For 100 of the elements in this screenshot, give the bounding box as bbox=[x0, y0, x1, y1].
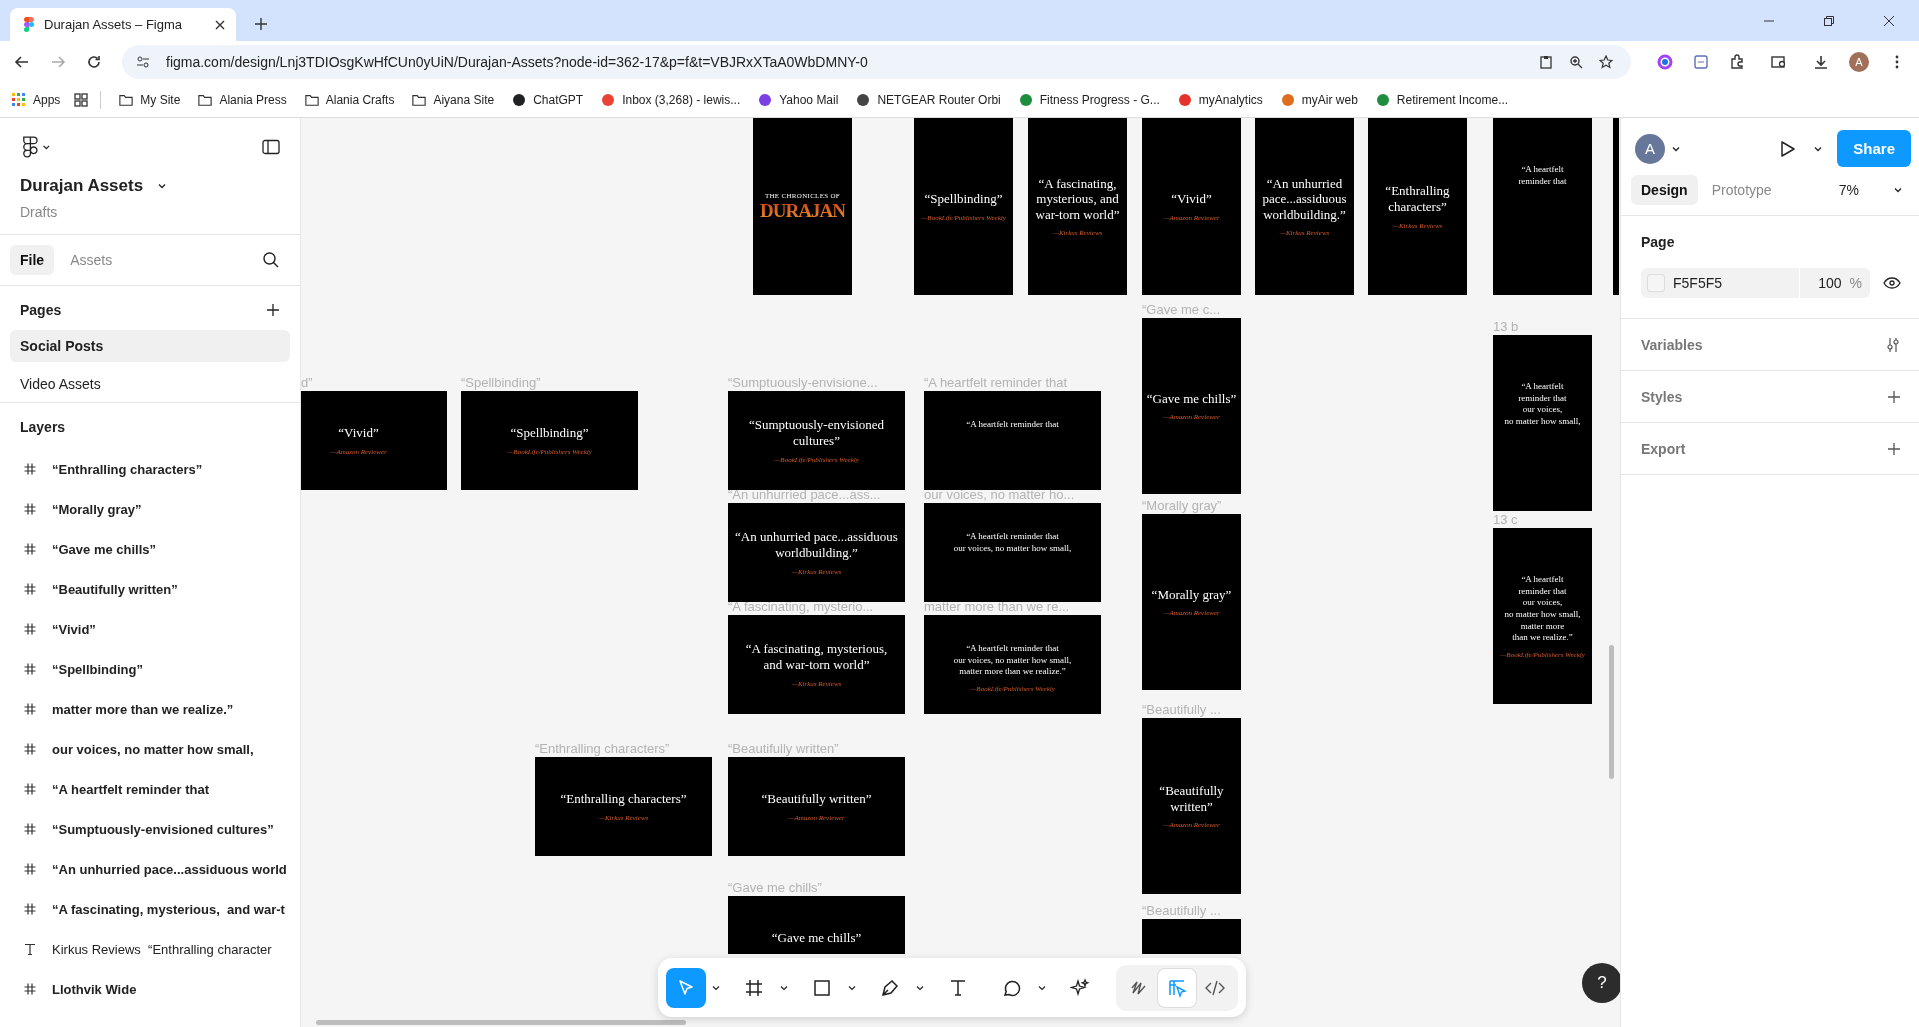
quote-text: “Morally gray” bbox=[1151, 586, 1232, 603]
bookmark-folder[interactable]: Alania Crafts bbox=[304, 93, 395, 107]
layer-item[interactable]: “Sumptuously-envisioned cultures” bbox=[52, 821, 274, 837]
chevron-down-icon[interactable] bbox=[1893, 185, 1903, 195]
frame-icon bbox=[24, 903, 36, 915]
site-icon bbox=[856, 93, 871, 107]
zoom-icon[interactable] bbox=[1569, 55, 1583, 69]
close-icon[interactable] bbox=[1883, 15, 1895, 27]
layer-item[interactable]: “Vivid” bbox=[52, 621, 96, 637]
address-bar[interactable]: figma.com/design/Lnj3TDIOsgKwHfCUn0yUiN/Durajan-Assets?node-id=362-17&p=f&t=VBJRxXTaA0WbDMNY-0 bbox=[122, 45, 1631, 79]
layer-item[interactable]: matter more than we realize.” bbox=[52, 701, 234, 717]
site-icon bbox=[601, 93, 616, 107]
layer-item[interactable]: “Morally gray” bbox=[52, 501, 142, 517]
bookmark[interactable]: Apps bbox=[12, 93, 61, 107]
new-tab-icon[interactable] bbox=[254, 17, 268, 31]
file-location[interactable]: Drafts bbox=[20, 204, 280, 220]
layer-item[interactable]: Kirkus Reviews “Enthralling character bbox=[52, 941, 272, 957]
scrollbar[interactable] bbox=[1609, 645, 1614, 779]
layer-item[interactable]: Llothvik Wide bbox=[52, 981, 137, 997]
clipboard-icon[interactable] bbox=[1539, 55, 1553, 69]
extension-icon[interactable] bbox=[1693, 54, 1709, 70]
reload-icon[interactable] bbox=[86, 54, 102, 70]
close-icon[interactable] bbox=[214, 18, 226, 31]
add-icon[interactable] bbox=[266, 303, 280, 317]
bookmark[interactable]: Fitness Progress - G... bbox=[1018, 93, 1160, 107]
sliders-icon[interactable] bbox=[1885, 336, 1901, 353]
panel-tab[interactable]: Design bbox=[1631, 175, 1698, 205]
layer-item[interactable]: “Beautifully written” bbox=[52, 581, 178, 597]
bookmark-folder[interactable]: My Site bbox=[119, 93, 181, 107]
section-title: Styles bbox=[1641, 388, 1683, 405]
layer-item[interactable]: “Gave me chills” bbox=[52, 541, 157, 557]
star-icon[interactable] bbox=[1599, 55, 1613, 69]
bookmark-folder[interactable]: Aiyana Site bbox=[412, 93, 495, 107]
color-swatch[interactable] bbox=[1647, 274, 1665, 292]
layer-item[interactable]: “Spellbinding” bbox=[52, 661, 143, 677]
site-settings-icon[interactable] bbox=[136, 55, 150, 69]
sidebar-toggle-icon[interactable] bbox=[262, 138, 280, 156]
caret-icon[interactable] bbox=[780, 983, 788, 992]
file-name[interactable]: Durajan Assets bbox=[20, 176, 144, 196]
bookmark[interactable]: ChatGPT bbox=[512, 93, 584, 107]
pen-icon bbox=[880, 977, 900, 998]
download-icon[interactable] bbox=[1813, 54, 1829, 70]
add-icon[interactable] bbox=[1887, 389, 1901, 404]
site-icon bbox=[1177, 93, 1192, 107]
bookmark-folder[interactable]: Alania Press bbox=[198, 93, 287, 107]
section-title: Variables bbox=[1641, 336, 1703, 353]
add-icon[interactable] bbox=[1887, 441, 1901, 456]
panel-tab[interactable]: File bbox=[10, 245, 55, 275]
bookmark[interactable]: myAir web bbox=[1280, 93, 1358, 107]
scrollbar[interactable] bbox=[316, 1020, 686, 1025]
bookmark[interactable]: Yahoo Mail bbox=[758, 93, 839, 107]
puzzle-icon[interactable] bbox=[1729, 54, 1745, 70]
layer-item[interactable]: “A fascinating, mysterious, and war-t bbox=[52, 901, 285, 917]
zoom-level[interactable]: 7% bbox=[1838, 182, 1859, 198]
caret-icon[interactable] bbox=[712, 983, 720, 992]
frame-icon bbox=[24, 823, 36, 835]
artboard[interactable]: “A heartfelt reminder that our voices, no matter how small, bbox=[1493, 335, 1592, 511]
layer-item[interactable]: our voices, no matter how small, bbox=[52, 741, 254, 757]
tab-search-icon[interactable] bbox=[1771, 54, 1787, 70]
artboard[interactable]: “A heartfelt reminder that bbox=[1493, 118, 1592, 295]
caret-icon[interactable] bbox=[916, 983, 924, 992]
bookmark[interactable]: myAnalytics bbox=[1177, 93, 1263, 107]
user-avatar[interactable]: A bbox=[1635, 133, 1665, 164]
browser-tab[interactable]: Durajan Assets – Figma bbox=[10, 8, 236, 41]
restore-icon[interactable] bbox=[1823, 15, 1835, 27]
frame-icon bbox=[24, 863, 36, 875]
quote-text: “Vivid” bbox=[1171, 191, 1212, 207]
artboard[interactable]: “A heartfelt reminder that bbox=[924, 391, 1101, 490]
panel-tab[interactable]: Prototype bbox=[1701, 175, 1782, 205]
grid-icon[interactable] bbox=[74, 93, 89, 107]
layout-cursor-icon bbox=[1167, 977, 1187, 998]
page-item[interactable]: Social Posts bbox=[10, 330, 290, 362]
bookmark[interactable]: Retirement Income... bbox=[1375, 93, 1509, 107]
search-icon[interactable] bbox=[262, 251, 280, 269]
panel-tab[interactable]: Assets bbox=[60, 245, 123, 275]
back-icon[interactable] bbox=[14, 54, 30, 70]
profile-avatar[interactable]: A bbox=[1849, 52, 1869, 72]
chevron-down-icon[interactable] bbox=[157, 181, 168, 191]
page-item[interactable]: Video Assets bbox=[10, 368, 290, 400]
mode-button[interactable] bbox=[1158, 968, 1196, 1007]
caret-icon[interactable] bbox=[1038, 983, 1046, 992]
frame-icon bbox=[24, 623, 36, 635]
layer-item[interactable]: “Enthralling characters” bbox=[52, 461, 203, 477]
frame-icon bbox=[24, 783, 36, 795]
extension-icon[interactable] bbox=[1657, 54, 1673, 70]
page-color-field[interactable]: F5F5F5 100 % bbox=[1641, 268, 1870, 298]
artboard[interactable]: “Gave me chills” bbox=[728, 896, 905, 954]
frame-icon bbox=[24, 503, 36, 515]
eye-icon[interactable] bbox=[1883, 274, 1901, 292]
text-icon bbox=[24, 943, 36, 955]
section-title: Export bbox=[1641, 440, 1686, 457]
artboard[interactable]: “A heartfelt reminder that our voices, no matter how small, bbox=[924, 503, 1101, 602]
layer-item[interactable]: “A heartfelt reminder that bbox=[52, 781, 209, 797]
help-button[interactable]: ? bbox=[1582, 963, 1620, 1003]
pages-heading: Pages bbox=[20, 302, 62, 318]
bookmark[interactable]: NETGEAR Router Orbi bbox=[856, 93, 1001, 107]
bookmark[interactable]: Inbox (3,268) - lewis... bbox=[601, 93, 741, 107]
frame-icon bbox=[744, 977, 764, 998]
layer-item[interactable]: “An unhurried pace...assiduous world bbox=[52, 861, 287, 877]
caret-icon[interactable] bbox=[848, 983, 856, 992]
